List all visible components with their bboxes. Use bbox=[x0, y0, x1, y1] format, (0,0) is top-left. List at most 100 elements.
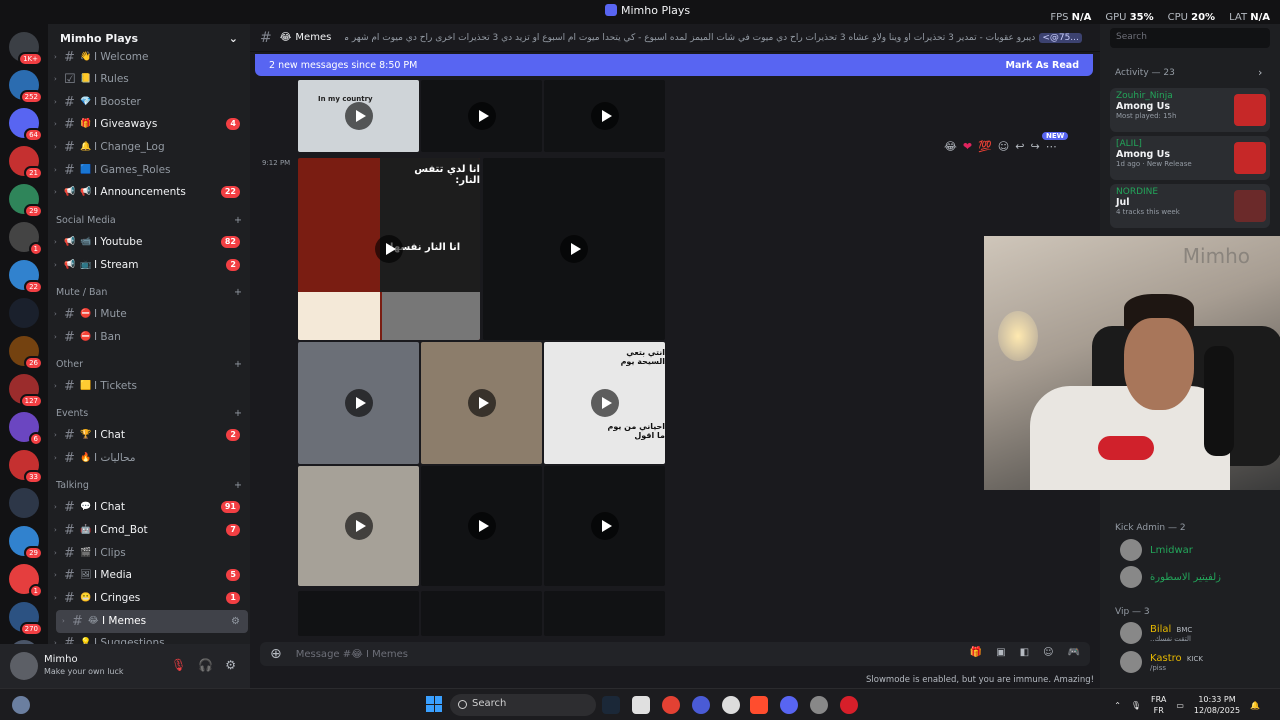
channel-topic[interactable]: ديبرو عقوبات - تمدير 3 تحذيرات او وينا و… bbox=[345, 33, 1035, 43]
ea-icon[interactable] bbox=[750, 696, 768, 714]
channel-welcome[interactable]: › # 👋 I Welcome bbox=[48, 46, 248, 69]
plus-icon[interactable]: + bbox=[234, 408, 242, 419]
activity-card[interactable]: Zouhir_Ninja Among Us Most played: 15h bbox=[1110, 88, 1270, 132]
member-item[interactable]: Kastro KICK/piss bbox=[1120, 651, 1203, 673]
channel-chat[interactable]: › # 💬 I Chat 91 bbox=[48, 496, 248, 519]
channel-games-roles[interactable]: › # 🟦 I Games_Roles bbox=[48, 159, 248, 182]
gift-icon[interactable]: 🎁 bbox=[970, 647, 982, 658]
chevron-right-icon[interactable]: › bbox=[1258, 66, 1262, 79]
mic-tray-icon[interactable]: 🎙 bbox=[1131, 700, 1141, 711]
network-icon[interactable]: ▭ bbox=[1176, 700, 1184, 711]
play-icon[interactable] bbox=[344, 389, 373, 417]
avatar[interactable] bbox=[1120, 622, 1142, 644]
plus-icon[interactable]: + bbox=[234, 215, 242, 226]
channel-stream[interactable]: › 📢 📺 I Stream 2 bbox=[48, 254, 248, 277]
add-attachment-icon[interactable]: ⊕ bbox=[270, 646, 282, 662]
user-info[interactable]: Mimho Make your own luck bbox=[44, 654, 124, 678]
channel-media[interactable]: › # 🖼 I Media 5 bbox=[48, 564, 248, 587]
guild-icon[interactable]: 29 bbox=[9, 526, 43, 560]
video-tile[interactable] bbox=[483, 158, 665, 340]
channel-giveaways[interactable]: › # 🎁 I Giveaways 4 bbox=[48, 113, 248, 136]
reaction-laugh-icon[interactable]: 😂 bbox=[944, 140, 957, 153]
meme-supermarket[interactable] bbox=[421, 342, 542, 464]
category-talking[interactable]: Talking + bbox=[48, 470, 248, 496]
discord-taskbar-icon[interactable] bbox=[780, 696, 798, 714]
meme-face[interactable] bbox=[298, 466, 419, 586]
avatar[interactable] bbox=[10, 652, 38, 680]
avatar[interactable] bbox=[1120, 566, 1142, 588]
channel-settings-icon[interactable]: ⚙ bbox=[231, 616, 240, 627]
activity-icon[interactable]: 🎮 bbox=[1068, 647, 1080, 658]
guild-icon[interactable]: 252 bbox=[9, 70, 43, 104]
channel-mute[interactable]: › # ⛔ I Mute bbox=[48, 303, 248, 326]
capture-icon[interactable] bbox=[632, 696, 650, 714]
category-events[interactable]: Events + bbox=[48, 398, 248, 424]
guild-icon[interactable]: 21 bbox=[9, 146, 43, 180]
channel-tickets[interactable]: › # 🟨 I Tickets bbox=[48, 375, 248, 398]
mention-pill[interactable]: <@75... bbox=[1039, 32, 1082, 43]
channel-youtube[interactable]: › 📢 📹 I Youtube 82 bbox=[48, 231, 248, 254]
more-icon[interactable]: ⋯ bbox=[1046, 140, 1057, 153]
widgets-icon[interactable] bbox=[12, 696, 30, 714]
new-messages-bar[interactable]: 2 new messages since 8:50 PM Mark As Rea… bbox=[255, 54, 1093, 76]
guild-icon[interactable]: 127 bbox=[9, 374, 43, 408]
category-social-media[interactable]: Social Media + bbox=[48, 205, 248, 231]
guild-icon[interactable] bbox=[9, 488, 39, 518]
category-other[interactable]: Other + bbox=[48, 349, 248, 375]
member-item[interactable]: زلفيتير الاسطورة bbox=[1120, 566, 1221, 588]
channel-suggestions[interactable]: › # 💡 I Suggestions bbox=[48, 632, 248, 644]
start-button[interactable] bbox=[426, 696, 442, 712]
sticker-icon[interactable]: ◧ bbox=[1020, 647, 1029, 658]
video-tile[interactable] bbox=[421, 80, 542, 152]
play-icon[interactable] bbox=[467, 389, 496, 417]
video-tile[interactable] bbox=[421, 591, 542, 636]
play-icon[interactable] bbox=[375, 235, 403, 263]
channel-change-log[interactable]: › # 🔔 I Change_Log bbox=[48, 136, 248, 159]
composer-input[interactable]: Message #😂 I Memes bbox=[296, 649, 408, 660]
video-tile[interactable] bbox=[421, 466, 542, 586]
search-input[interactable]: Search bbox=[1110, 28, 1270, 48]
forward-icon[interactable]: ↪ bbox=[1030, 140, 1039, 153]
guild-icon[interactable]: 1K+ bbox=[9, 32, 43, 66]
emoji-icon[interactable]: ☺ bbox=[1043, 647, 1053, 658]
channel-ban[interactable]: › # ⛔ I Ban bbox=[48, 326, 248, 349]
category-mute-ban[interactable]: Mute / Ban + bbox=[48, 277, 248, 303]
app-icon[interactable] bbox=[810, 696, 828, 714]
openai-icon[interactable] bbox=[722, 696, 740, 714]
mic-muted-icon[interactable]: 🎙 bbox=[171, 658, 186, 672]
channel-cringes[interactable]: › # 😬 I Cringes 1 bbox=[48, 587, 248, 610]
mark-as-read-button[interactable]: Mark As Read bbox=[1006, 60, 1079, 71]
play-icon[interactable] bbox=[344, 102, 373, 130]
play-icon[interactable] bbox=[467, 512, 496, 540]
activity-card[interactable]: NORDINE Jul 4 tracks this week bbox=[1110, 184, 1270, 228]
headphones-muted-icon[interactable]: 🎧 bbox=[198, 658, 213, 672]
channel-clips[interactable]: › # 🎬 I Clips bbox=[48, 542, 248, 565]
plus-icon[interactable]: + bbox=[234, 480, 242, 491]
plus-icon[interactable]: + bbox=[234, 287, 242, 298]
video-tile[interactable] bbox=[544, 466, 665, 586]
chrome-icon[interactable] bbox=[662, 696, 680, 714]
meme-anime[interactable] bbox=[298, 342, 419, 464]
guild-icon[interactable]: 6 bbox=[9, 412, 43, 446]
guild-icon[interactable] bbox=[9, 298, 39, 328]
video-tile[interactable] bbox=[298, 591, 419, 636]
channel-memes[interactable]: › # 😂 I Memes ⚙ bbox=[56, 610, 248, 633]
taskbar-search[interactable]: Search bbox=[450, 694, 596, 716]
play-icon[interactable] bbox=[590, 512, 619, 540]
play-icon[interactable] bbox=[344, 512, 373, 540]
play-icon[interactable] bbox=[467, 102, 496, 130]
channel-chat[interactable]: › # 🏆 I Chat 2 bbox=[48, 424, 248, 447]
meme-fire[interactable]: انا لدي تتفس النار: انا النار نفسها bbox=[298, 158, 480, 340]
add-reaction-icon[interactable]: ☺ bbox=[998, 140, 1009, 153]
guild-icon[interactable]: 26 bbox=[9, 336, 43, 370]
vpn-icon[interactable] bbox=[692, 696, 710, 714]
avatar[interactable] bbox=[1120, 651, 1142, 673]
member-item[interactable]: Lmidwar bbox=[1120, 539, 1193, 561]
reply-icon[interactable]: ↩ bbox=[1015, 140, 1024, 153]
play-icon[interactable] bbox=[590, 389, 619, 417]
avatar[interactable] bbox=[1120, 539, 1142, 561]
reaction-100-icon[interactable]: 💯 bbox=[978, 140, 992, 153]
opera-icon[interactable] bbox=[840, 696, 858, 714]
channel-booster[interactable]: › # 💎 I Booster bbox=[48, 91, 248, 114]
guild-icon[interactable]: 33 bbox=[9, 450, 43, 484]
